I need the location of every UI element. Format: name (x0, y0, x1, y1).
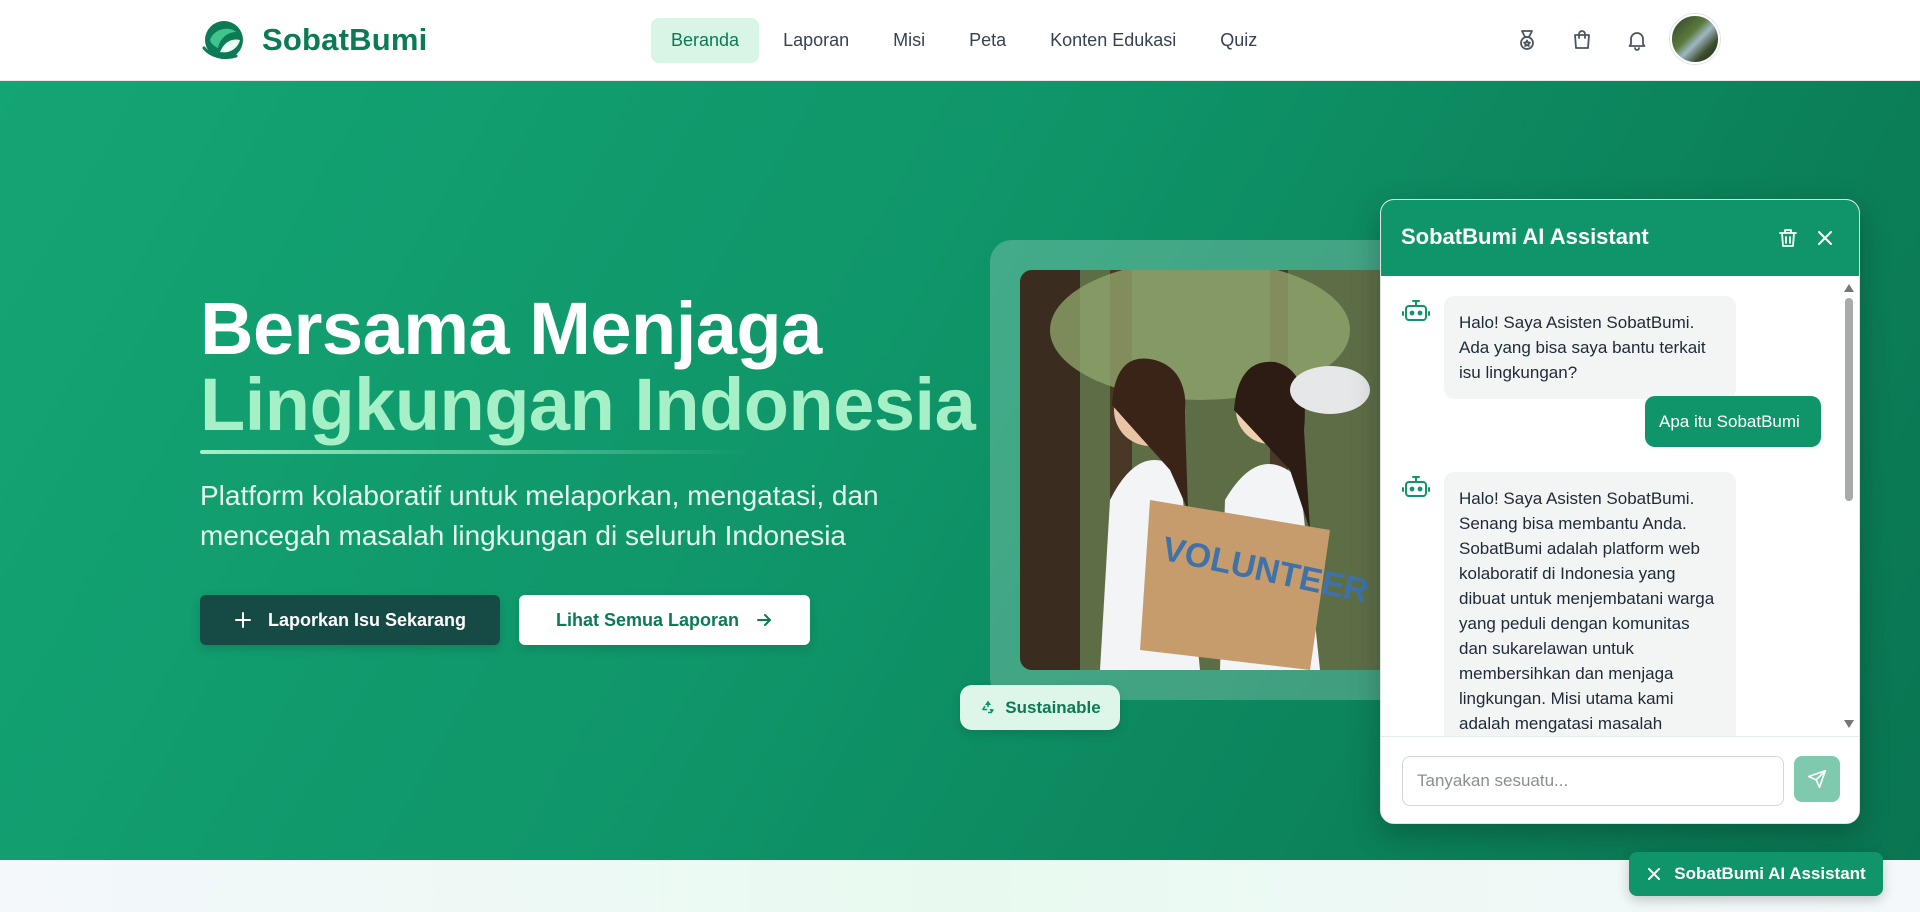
robot-icon (1402, 300, 1430, 321)
brand-logo-link[interactable]: SobatBumi (200, 18, 427, 62)
ai-chat-panel: SobatBumi AI Assistant Halo! Saya Asiste… (1380, 199, 1860, 824)
chat-toggle-label: SobatBumi AI Assistant (1674, 864, 1866, 883)
bot-message: Halo! Saya Asisten SobatBumi. Senang bis… (1444, 472, 1736, 736)
volunteer-photo: VOLUNTEER (1020, 270, 1390, 670)
nav-item-misi[interactable]: Misi (873, 18, 945, 63)
view-reports-label: Lihat Semua Laporan (555, 609, 740, 630)
recycle-icon (982, 700, 995, 713)
globe-leaf-icon (202, 21, 243, 60)
chat-input[interactable] (1402, 756, 1784, 806)
trash-icon[interactable] (1776, 226, 1800, 250)
view-reports-button[interactable]: Lihat Semua Laporan (519, 595, 810, 645)
close-icon[interactable] (1813, 226, 1837, 250)
bell-icon[interactable] (1620, 23, 1654, 57)
hero-title-line2: Lingkungan Indonesia (200, 363, 976, 446)
brand-name: SobatBumi (262, 22, 428, 57)
chat-messages[interactable]: Halo! Saya Asisten SobatBumi. Ada yang b… (1381, 276, 1859, 736)
sustainable-label: Sustainable (1005, 697, 1101, 717)
report-issue-label: Laporkan Isu Sekarang (267, 609, 467, 630)
hero-title-line1: Bersama Menjaga (200, 287, 822, 370)
plus-icon (234, 612, 251, 628)
nav-item-beranda[interactable]: Beranda (651, 18, 760, 63)
user-avatar[interactable] (1670, 14, 1720, 64)
robot-icon (1402, 476, 1430, 497)
chat-header: SobatBumi AI Assistant (1381, 200, 1859, 276)
scrollbar-thumb[interactable] (1845, 298, 1853, 501)
chat-input-area (1381, 736, 1859, 823)
main-nav: Beranda Laporan Misi Peta Konten Edukasi… (651, 18, 1281, 63)
chat-title: SobatBumi AI Assistant (1401, 224, 1649, 249)
header-actions (1510, 23, 1675, 57)
nav-item-konten-edukasi[interactable]: Konten Edukasi (1030, 18, 1196, 63)
shopping-bag-icon[interactable] (1565, 23, 1599, 57)
bot-message: Halo! Saya Asisten SobatBumi. Ada yang b… (1444, 296, 1736, 399)
send-icon (1807, 769, 1827, 789)
scroll-down-arrow-icon[interactable] (1842, 718, 1856, 730)
hero-subtitle: Platform kolaboratif untuk melaporkan, m… (200, 480, 879, 551)
nav-item-laporan[interactable]: Laporan (763, 18, 869, 63)
medal-icon[interactable] (1510, 23, 1544, 57)
title-underline (200, 450, 750, 454)
scroll-up-arrow-icon[interactable] (1842, 282, 1856, 294)
chat-toggle-button[interactable]: SobatBumi AI Assistant (1629, 852, 1883, 896)
arrow-right-icon (757, 614, 772, 626)
close-icon (1648, 868, 1661, 880)
nav-item-quiz[interactable]: Quiz (1200, 18, 1277, 63)
top-navbar: SobatBumi Beranda Laporan Misi Peta Kont… (0, 0, 1920, 81)
send-button[interactable] (1794, 756, 1840, 802)
user-message: Apa itu SobatBumi (1645, 396, 1821, 447)
report-issue-button[interactable]: Laporkan Isu Sekarang (200, 595, 500, 645)
nav-item-peta[interactable]: Peta (949, 18, 1026, 63)
sustainable-badge: Sustainable (960, 685, 1120, 730)
